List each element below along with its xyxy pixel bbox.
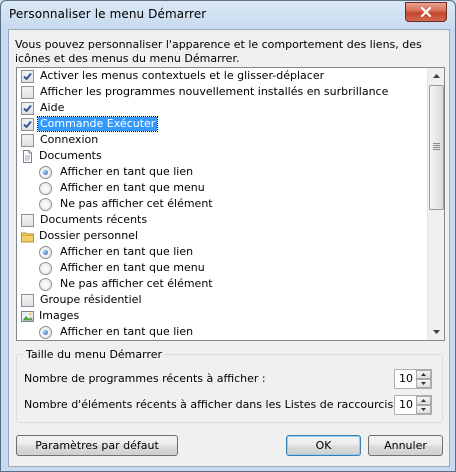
option-label: Afficher en tant que lien	[60, 325, 194, 338]
arrow-down-icon	[432, 330, 440, 334]
option-radio-row[interactable]: Afficher en tant que lien	[17, 164, 427, 180]
option-label: Connexion	[40, 133, 99, 146]
option-checkbox-row[interactable]: Documents récents	[17, 212, 427, 228]
option-checkbox-row[interactable]: Commande Exécuter	[17, 116, 427, 132]
option-label: Ne pas afficher cet élément	[60, 197, 213, 210]
scroll-thumb[interactable]	[429, 85, 444, 210]
option-label: Groupe résidentiel	[40, 293, 142, 306]
document-icon	[23, 149, 32, 163]
option-radio-row[interactable]: Ne pas afficher cet élément	[17, 196, 427, 212]
spin-down-button[interactable]	[416, 379, 431, 388]
option-radio-row[interactable]: Afficher en tant que menu	[17, 260, 427, 276]
recent-programs-label: Nombre de programmes récents à afficher …	[24, 372, 266, 385]
option-label: Images	[39, 309, 80, 322]
option-label: Documents	[39, 149, 102, 162]
recent-items-label: Nombre d'éléments récents à afficher dan…	[24, 398, 401, 411]
recent-items-row: Nombre d'éléments récents à afficher dan…	[24, 395, 434, 415]
arrow-down-icon	[421, 408, 426, 411]
check-icon	[23, 120, 32, 128]
option-label: Afficher les programmes nouvellement ins…	[40, 85, 389, 98]
radio-button[interactable]	[39, 245, 52, 259]
folder-icon	[21, 232, 34, 242]
scroll-up-button[interactable]	[428, 68, 444, 84]
scroll-grip-icon	[433, 143, 440, 151]
checkbox[interactable]	[21, 117, 34, 131]
vertical-scrollbar[interactable]	[427, 68, 444, 340]
checkbox[interactable]	[21, 85, 34, 99]
option-group-header: Dossier personnel	[17, 228, 427, 244]
dialog-content: Vous pouvez personnaliser l'apparence et…	[8, 29, 450, 467]
start-menu-size-group: Taille du menu Démarrer Nombre de progra…	[16, 348, 443, 423]
radio-button[interactable]	[39, 197, 52, 211]
options-list: Activer les menus contextuels et le glis…	[17, 68, 427, 340]
option-label: Commande Exécuter	[36, 116, 159, 132]
close-icon	[420, 7, 432, 17]
arrow-up-icon	[421, 399, 426, 402]
radio-dot-icon	[43, 249, 48, 255]
option-radio-row[interactable]: Afficher en tant que lien	[17, 244, 427, 260]
arrow-up-icon	[421, 373, 426, 376]
close-button[interactable]	[405, 2, 447, 22]
defaults-button[interactable]: Paramètres par défaut	[16, 435, 178, 456]
option-label: Afficher en tant que lien	[60, 245, 194, 258]
recent-programs-spinner[interactable]: 10	[394, 369, 432, 389]
title-bar[interactable]: Personnaliser le menu Démarrer	[1, 1, 455, 28]
spin-up-button[interactable]	[416, 370, 431, 379]
spin-up-button[interactable]	[416, 396, 431, 405]
option-label: Activer les menus contextuels et le glis…	[40, 69, 325, 82]
checkbox[interactable]	[21, 213, 34, 227]
spin-down-button[interactable]	[416, 405, 431, 414]
option-label: Afficher en tant que menu	[60, 261, 205, 274]
radio-button[interactable]	[39, 325, 52, 339]
option-radio-row[interactable]: Ne pas afficher cet élément	[17, 276, 427, 292]
scroll-down-button[interactable]	[428, 324, 444, 340]
radio-button[interactable]	[39, 165, 52, 179]
option-label: Afficher en tant que menu	[60, 181, 205, 194]
checkbox[interactable]	[21, 69, 34, 83]
arrow-down-icon	[421, 382, 426, 385]
option-group-header: Documents	[17, 148, 427, 164]
option-checkbox-row[interactable]: Aide	[17, 100, 427, 116]
radio-button[interactable]	[39, 261, 52, 275]
group-title: Taille du menu Démarrer	[24, 348, 165, 361]
description-text: Vous pouvez personnaliser l'apparence et…	[15, 38, 422, 65]
option-label: Dossier personnel	[39, 229, 139, 242]
options-listbox[interactable]: Activer les menus contextuels et le glis…	[16, 67, 445, 341]
option-checkbox-row[interactable]: Activer les menus contextuels et le glis…	[17, 68, 427, 84]
radio-button[interactable]	[39, 181, 52, 195]
recent-items-spinner[interactable]: 10	[394, 395, 432, 415]
radio-dot-icon	[43, 329, 48, 335]
checkbox[interactable]	[21, 293, 34, 307]
arrow-up-icon	[432, 74, 440, 78]
radio-dot-icon	[43, 169, 48, 175]
recent-programs-value[interactable]: 10	[399, 372, 413, 385]
option-radio-row[interactable]: Afficher en tant que lien	[17, 324, 427, 340]
option-group-header: Images	[17, 308, 427, 324]
checkbox[interactable]	[21, 101, 34, 115]
option-label: Afficher en tant que lien	[60, 165, 194, 178]
checkbox[interactable]	[21, 133, 34, 147]
radio-button[interactable]	[39, 277, 52, 291]
window-title: Personnaliser le menu Démarrer	[9, 7, 207, 21]
dialog-window: Personnaliser le menu Démarrer Vous pouv…	[0, 0, 456, 472]
images-icon	[21, 310, 34, 322]
option-label: Documents récents	[40, 213, 148, 226]
option-label: Ne pas afficher cet élément	[60, 277, 213, 290]
option-checkbox-row[interactable]: Connexion	[17, 132, 427, 148]
recent-items-value[interactable]: 10	[399, 398, 413, 411]
cancel-button[interactable]: Annuler	[368, 435, 443, 456]
option-checkbox-row[interactable]: Afficher les programmes nouvellement ins…	[17, 84, 427, 100]
recent-programs-row: Nombre de programmes récents à afficher …	[24, 369, 434, 389]
check-icon	[23, 104, 32, 112]
option-checkbox-row[interactable]: Groupe résidentiel	[17, 292, 427, 308]
option-label: Aide	[40, 101, 65, 114]
option-radio-row[interactable]: Afficher en tant que menu	[17, 180, 427, 196]
check-icon	[23, 72, 32, 80]
ok-button[interactable]: OK	[286, 435, 361, 456]
